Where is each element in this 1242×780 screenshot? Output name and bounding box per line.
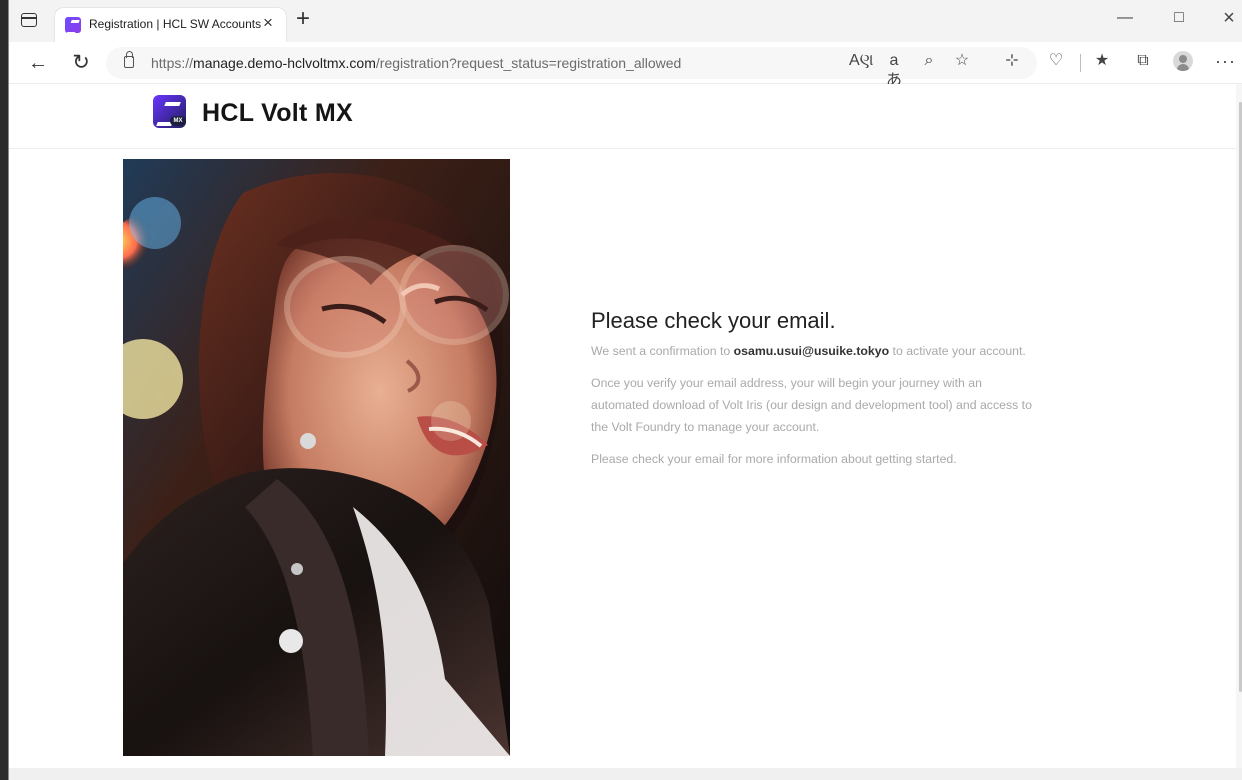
tab-actions-icon[interactable] xyxy=(21,13,37,27)
close-tab-icon[interactable]: × xyxy=(259,14,277,32)
close-window-icon[interactable]: × xyxy=(1220,8,1238,28)
confirmation-text-after-email: to activate your account. xyxy=(889,344,1026,358)
browser-essentials-icon[interactable]: ♡ xyxy=(1046,51,1066,71)
journey-paragraph: Once you verify your email address, your… xyxy=(591,376,1032,434)
active-tab[interactable]: Registration | HCL SW Accounts × xyxy=(55,8,286,42)
zoom-icon[interactable]: ⌕ xyxy=(919,51,939,71)
browser-window: Registration | HCL SW Accounts × + — □ ×… xyxy=(8,0,1242,780)
toolbar-separator xyxy=(1080,54,1081,72)
site-header: HCL Volt MX xyxy=(9,84,1242,149)
site-brand[interactable]: HCL Volt MX xyxy=(202,99,353,128)
profile-avatar-icon[interactable] xyxy=(1173,51,1193,71)
maximize-window-icon[interactable]: □ xyxy=(1170,10,1188,28)
url-prefix: https:// xyxy=(151,55,194,71)
confirmation-title: Please check your email. xyxy=(591,308,836,333)
minimize-window-icon[interactable]: — xyxy=(1116,10,1134,28)
window-bottom-edge xyxy=(9,768,1242,780)
page-scrollbar[interactable] xyxy=(1236,84,1242,768)
more-options-icon[interactable]: ··· xyxy=(1215,51,1235,71)
hero-photo xyxy=(123,159,510,756)
read-aloud-icon[interactable]: Aણ xyxy=(849,51,874,71)
back-icon[interactable]: ← xyxy=(27,52,49,74)
registered-email: osamu.usui@usuike.tokyo xyxy=(733,344,890,358)
volt-mx-logo-icon[interactable] xyxy=(153,95,186,128)
refresh-icon[interactable]: ↻ xyxy=(70,52,92,74)
volt-mx-favicon-icon xyxy=(65,17,81,33)
extensions-icon[interactable]: ⊹ xyxy=(1002,51,1022,71)
confirmation-paragraph: We sent a confirmation to osamu.usui@usu… xyxy=(591,340,1036,362)
url-text[interactable]: https://manage.demo-hclvoltmx.com/regist… xyxy=(151,55,681,71)
url-domain: manage.demo-hclvoltmx.com xyxy=(193,55,376,71)
tab-title: Registration | HCL SW Accounts xyxy=(89,17,262,31)
confirmation-text-before-email: We sent a confirmation to xyxy=(591,344,734,358)
tab-strip: Registration | HCL SW Accounts × + — □ × xyxy=(9,0,1242,42)
translate-icon[interactable]: aあ xyxy=(884,51,904,89)
new-tab-button[interactable]: + xyxy=(292,7,314,31)
confirmation-message: Please check your email. We sent a confi… xyxy=(591,308,1036,480)
lock-icon[interactable] xyxy=(124,51,134,68)
woman-with-glasses-photo xyxy=(123,159,510,756)
collections-icon[interactable]: ⧉ xyxy=(1133,51,1153,71)
registration-page: HCL Volt MX xyxy=(9,84,1242,768)
url-path: /registration?request_status=registratio… xyxy=(375,55,682,71)
getting-started-paragraph: Please check your email for more informa… xyxy=(591,452,957,466)
favorites-icon[interactable]: ★ xyxy=(1092,51,1112,71)
favorite-icon[interactable]: ☆ xyxy=(952,51,972,71)
browser-toolbar: ← ↻ https://manage.demo-hclvoltmx.com/re… xyxy=(9,42,1242,89)
